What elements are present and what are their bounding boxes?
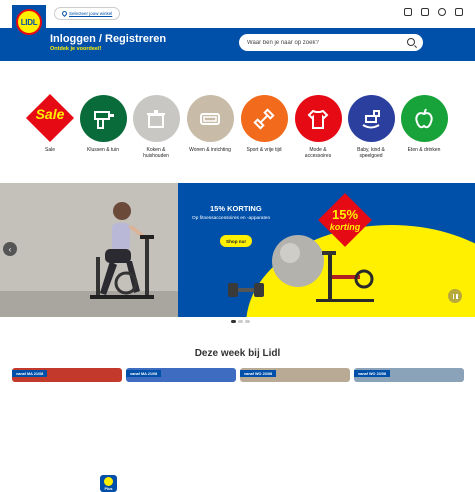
category-label: Baby, kind & speelgoed (343, 147, 399, 159)
promo-panel: 15% KORTING Op fitnessaccessoires en -ap… (178, 183, 475, 317)
hero-banner[interactable]: 15% KORTING Op fitnessaccessoires en -ap… (0, 183, 475, 492)
category-koken[interactable]: Koken & huishouden (128, 95, 184, 159)
category-klussen[interactable]: Klussen & tuin (75, 95, 131, 153)
label-line2: speelgoed (359, 153, 383, 159)
promo-title: 15% KORTING (210, 204, 262, 213)
pause-bar (452, 293, 454, 299)
category-baby[interactable]: Baby, kind & speelgoed (343, 95, 399, 159)
search-icon[interactable] (407, 38, 415, 46)
card-date-tag: vanaf WO 23/08 (240, 370, 277, 377)
location-pin-icon (60, 9, 69, 18)
carousel-dots (231, 320, 250, 323)
login-title[interactable]: Inloggen / Registreren (50, 33, 166, 45)
category-label: Mode & accessoires (290, 147, 346, 159)
sale-badge: Sale (22, 93, 78, 143)
week-cards: vanaf MA 21/08 vanaf MA 21/08 vanaf WO 2… (12, 368, 475, 382)
carousel-dot[interactable] (238, 320, 243, 323)
section-title: Deze week bij Lidl (194, 348, 281, 359)
header-bar: Inloggen / Registreren Ontdek je voordee… (0, 28, 475, 61)
label-line2: accessoires (304, 153, 332, 159)
carousel-pause-button[interactable] (448, 289, 462, 303)
pot-icon (132, 95, 180, 142)
category-wonen[interactable]: Wonen & inrichting (182, 95, 238, 153)
category-label: Klussen & tuin (87, 147, 119, 153)
carousel-prev-button[interactable]: ‹ (3, 242, 17, 256)
badge-text: korting (329, 222, 361, 232)
drill-icon (79, 95, 127, 142)
carousel-dot[interactable] (231, 320, 236, 323)
plus-label: Plus (104, 487, 113, 491)
label-line2: huishouden (143, 153, 169, 159)
store-selector-label: Selecteer jouw winkel (69, 11, 113, 16)
category-sport[interactable]: Sport & vrije tijd (236, 95, 292, 153)
category-label: Eten & drinken (407, 147, 441, 153)
apple-icon (400, 95, 448, 142)
plus-logo-circle (104, 477, 113, 486)
search-box (239, 34, 423, 51)
cart-icon[interactable] (455, 8, 463, 16)
category-label: Wonen & inrichting (189, 147, 231, 153)
sale-text: Sale (35, 106, 65, 122)
search-input[interactable] (247, 37, 397, 48)
promo-subtitle: Op fitnessaccessoires en -apparaten (192, 216, 271, 221)
store-selector[interactable]: Selecteer jouw winkel (54, 7, 121, 20)
category-sale[interactable]: Sale Sale (22, 93, 78, 153)
folder-icon[interactable] (404, 8, 412, 16)
category-label: Sport & vrije tijd (246, 147, 282, 153)
login-subtitle: Ontdek je voordeel! (50, 46, 102, 52)
top-bar: Selecteer jouw winkel (0, 0, 475, 28)
card-date-tag: vanaf MA 21/08 (12, 370, 48, 377)
category-eten[interactable]: Eten & drinken (396, 95, 452, 153)
tshirt-icon (294, 95, 342, 142)
pause-bar (456, 293, 458, 299)
top-icons (404, 8, 463, 16)
category-mode[interactable]: Mode & accessoires (290, 95, 346, 159)
category-label: Sale (44, 147, 55, 153)
dumbbell-icon (240, 95, 288, 142)
card-date-tag: vanaf MA 21/08 (126, 370, 162, 377)
badge-percent: 15% (331, 207, 359, 222)
fitness-photo (0, 183, 178, 317)
lidl-plus-badge: Plus (100, 475, 117, 492)
shopping-list-icon[interactable] (421, 8, 429, 16)
logo-text: LIDL (20, 17, 38, 27)
sofa-icon (186, 95, 234, 142)
logo-circle: LIDL (16, 9, 42, 35)
account-icon[interactable] (438, 8, 446, 16)
rocking-horse-icon (347, 95, 395, 142)
lidl-logo[interactable]: LIDL (12, 5, 46, 39)
carousel-dot[interactable] (245, 320, 250, 323)
category-label: Koken & huishouden (128, 147, 184, 159)
card-date-tag: vanaf WO 23/08 (354, 370, 391, 377)
